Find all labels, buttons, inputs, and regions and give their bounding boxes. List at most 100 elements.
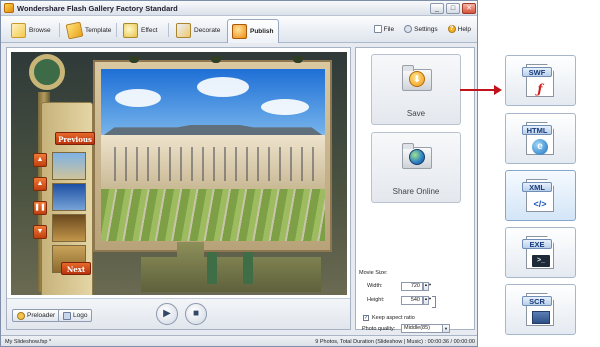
tab-divider [168, 23, 169, 37]
window-controls: _ □ ✕ [430, 3, 476, 14]
sparkle-icon [123, 22, 138, 38]
help-icon: ? [447, 25, 456, 33]
fuel-pump-decoration [243, 252, 253, 284]
logo-icon [63, 311, 71, 320]
nav-pause-button[interactable]: ❚❚ [33, 201, 47, 215]
nav-down-button[interactable]: ▼ [33, 225, 47, 239]
tab-template-label: Template [85, 26, 112, 34]
tab-publish[interactable]: Publish [227, 19, 279, 43]
help-menu-label: Help [457, 25, 471, 33]
output-panel: ⬇ Save Share Online Movie Size: Width: 7… [355, 47, 475, 333]
minimize-button[interactable]: _ [430, 3, 444, 14]
pencil-icon [65, 21, 84, 39]
share-online-label: Share Online [392, 187, 440, 196]
help-menu[interactable]: ? Help [447, 25, 471, 33]
preloader-button[interactable]: Preloader [12, 309, 61, 322]
thumbnail[interactable] [52, 214, 86, 242]
tab-publish-label: Publish [250, 28, 274, 35]
tab-effect-label: Effect [141, 26, 158, 34]
tab-decorate-label: Decorate [194, 26, 221, 34]
lamp-decoration [211, 56, 221, 63]
logo-button[interactable]: Logo [58, 309, 93, 322]
monitor-icon [532, 311, 550, 324]
flash-icon: ƒ [537, 82, 543, 96]
folder-tab-shape [402, 143, 414, 149]
title-bar: Wondershare Flash Gallery Factory Standa… [1, 1, 477, 16]
folder-tab-shape [402, 65, 414, 71]
window-title: Wondershare Flash Gallery Factory Standa… [17, 3, 178, 13]
globe-icon [409, 149, 425, 165]
save-label: Save [406, 109, 426, 118]
chevron-down-icon: ▼ [442, 325, 449, 332]
settings-menu-label: Settings [414, 25, 438, 33]
format-swf-label: SWF [522, 67, 552, 77]
photo-quality-value: Middle(85) [404, 325, 430, 331]
cloud [261, 99, 309, 115]
tab-decorate[interactable]: Decorate [172, 19, 224, 41]
terminal-icon: >_ [532, 255, 550, 267]
file-icon [373, 25, 382, 33]
cloud [197, 77, 249, 97]
settings-menu[interactable]: Settings [404, 25, 438, 33]
xml-icon: </> [533, 199, 547, 209]
share-online-icon [400, 141, 434, 171]
format-scr-button[interactable]: SCR [505, 284, 576, 335]
paint-icon [176, 22, 191, 38]
keep-aspect-checkbox[interactable]: ✓ [363, 315, 369, 321]
width-label: Width: [367, 283, 383, 289]
height-input[interactable]: 540 [401, 296, 423, 305]
play-button[interactable]: ▶ [156, 303, 178, 325]
status-summary: 9 Photos, Total Duration (Slideshow | Mu… [315, 339, 475, 345]
thumbnail[interactable] [52, 152, 86, 180]
sign-ring [29, 54, 65, 90]
app-window: Wondershare Flash Gallery Factory Standa… [0, 0, 478, 347]
format-exe-button[interactable]: EXE >_ [505, 227, 576, 278]
stop-button[interactable]: ■ [185, 303, 207, 325]
tab-browse-label: Browse [29, 26, 51, 34]
palace-windows [109, 147, 319, 181]
width-stepper[interactable]: ▲▼ [423, 282, 432, 291]
previous-button[interactable]: Previous [55, 132, 95, 145]
height-stepper[interactable]: ▲▼ [423, 296, 432, 305]
save-button[interactable]: ⬇ Save [371, 54, 461, 125]
width-input[interactable]: 720 [401, 282, 423, 291]
main-toolbar: Browse Template Effect Decorate Publish … [1, 16, 477, 43]
maximize-button[interactable]: □ [446, 3, 460, 14]
callout-arrow [460, 89, 496, 91]
format-swf-button[interactable]: SWF ƒ [505, 55, 576, 106]
download-arrow-icon: ⬇ [409, 71, 425, 87]
preview-panel: Previous ▲ ▲ ❚❚ ▼ Next Preloader Logo ▶ [6, 47, 351, 330]
preloader-label: Preloader [27, 312, 56, 319]
next-button[interactable]: Next [61, 262, 91, 275]
slideshow-preview[interactable]: Previous ▲ ▲ ❚❚ ▼ Next [11, 52, 347, 295]
publish-icon [232, 24, 247, 39]
close-button[interactable]: ✕ [462, 3, 476, 14]
keep-aspect-label: Keep aspect ratio [372, 315, 415, 321]
thumbnail[interactable] [52, 183, 86, 211]
browser-icon: e [532, 139, 548, 155]
tab-divider [116, 23, 117, 37]
save-icon: ⬇ [400, 63, 434, 93]
status-file-name: My Slideshow.fsp * [5, 339, 52, 345]
format-html-button[interactable]: HTML e [505, 113, 576, 164]
file-menu[interactable]: File [373, 25, 395, 33]
format-xml-button[interactable]: XML </> [505, 170, 576, 221]
tab-browse[interactable]: Browse [7, 19, 55, 41]
preview-controls: Preloader Logo ▶ ■ [7, 298, 350, 329]
photo-quality-select[interactable]: Middle(85) ▼ [401, 324, 450, 333]
gear-icon [404, 25, 413, 33]
format-xml-label: XML [522, 182, 552, 192]
nav-first-button[interactable]: ▲ [33, 153, 47, 167]
file-menu-label: File [383, 25, 395, 33]
share-online-button[interactable]: Share Online [371, 132, 461, 203]
format-exe-label: EXE [522, 239, 552, 249]
aspect-link-icon[interactable] [432, 296, 436, 308]
preloader-icon [17, 311, 25, 320]
tab-effect[interactable]: Effect [119, 19, 162, 41]
cloud [115, 89, 161, 107]
nav-up-button[interactable]: ▲ [33, 177, 47, 191]
format-html-label: HTML [522, 125, 552, 135]
movie-settings: Movie Size: Width: 720 ▲▼ Height: 540 ▲▼… [359, 266, 471, 333]
photo-quality-label: Photo quality: [362, 326, 396, 332]
tab-template[interactable]: Template [63, 19, 115, 41]
